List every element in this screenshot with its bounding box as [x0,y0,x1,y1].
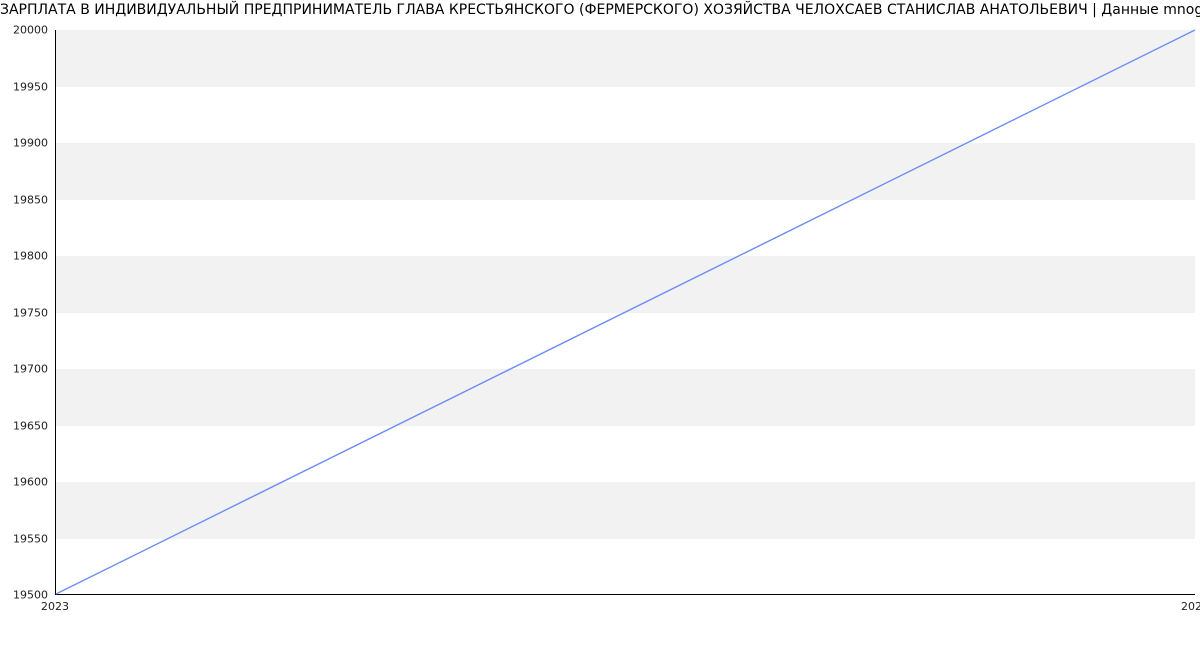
plot-area [55,30,1195,595]
line-layer [56,30,1195,594]
y-tick-label: 19800 [0,250,48,263]
y-tick-label: 19650 [0,419,48,432]
chart-container: ЗАРПЛАТА В ИНДИВИДУАЛЬНЫЙ ПРЕДПРИНИМАТЕЛ… [0,0,1200,650]
y-tick-label: 20000 [0,24,48,37]
x-tick-label: 2024 [1181,600,1200,613]
chart-title: ЗАРПЛАТА В ИНДИВИДУАЛЬНЫЙ ПРЕДПРИНИМАТЕЛ… [0,2,1200,18]
y-tick-label: 19900 [0,137,48,150]
series-line [56,30,1195,594]
y-tick-label: 19550 [0,532,48,545]
y-tick-label: 19850 [0,193,48,206]
y-tick-label: 19700 [0,363,48,376]
x-tick-label: 2023 [41,600,69,613]
y-tick-label: 19950 [0,80,48,93]
y-tick-label: 19750 [0,306,48,319]
y-tick-label: 19600 [0,476,48,489]
